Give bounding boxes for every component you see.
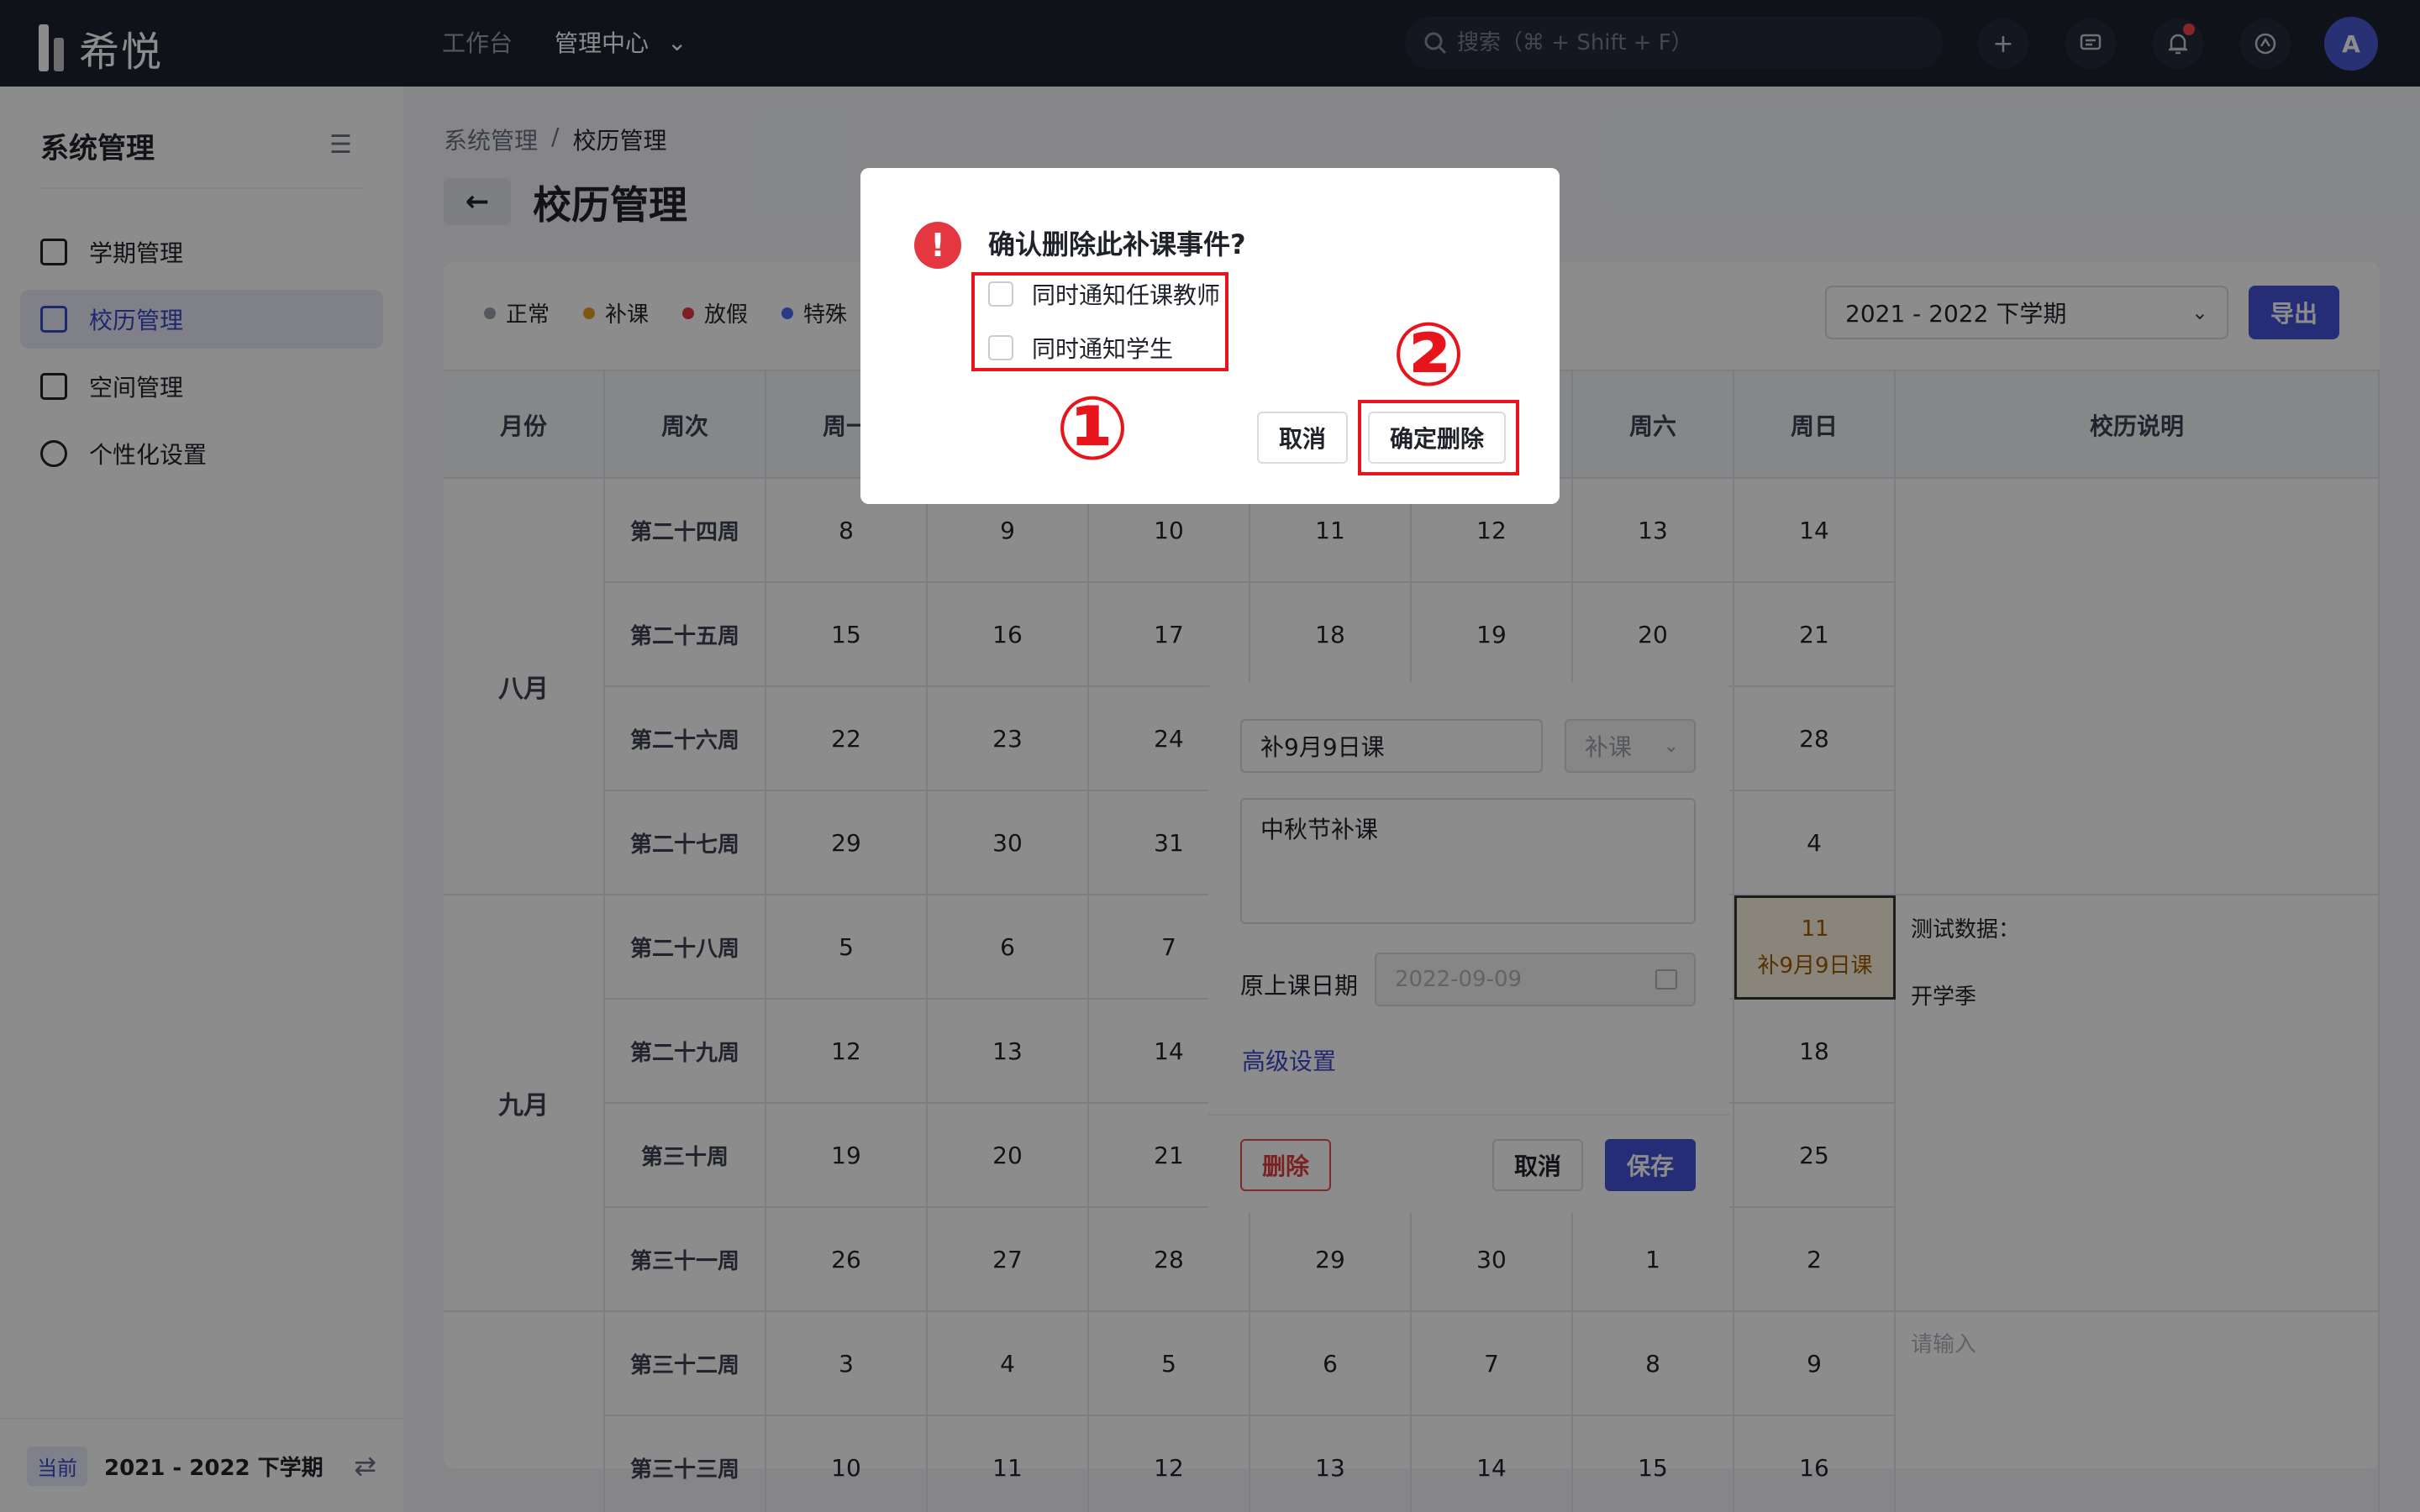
- annotation-number-two: ②: [1392, 303, 1466, 406]
- orig-date-picker[interactable]: 2022-09-09: [1375, 953, 1696, 1006]
- warning-icon: !: [914, 222, 961, 269]
- calendar-icon: [1655, 969, 1677, 990]
- popover-cancel-button[interactable]: 取消: [1492, 1139, 1583, 1191]
- chevron-down-icon: ⌄: [1663, 735, 1679, 757]
- event-type-value: 补课: [1585, 733, 1633, 761]
- event-description-textarea[interactable]: 中秋节补课: [1240, 798, 1696, 924]
- event-title-input[interactable]: 补9月9日课: [1240, 719, 1543, 773]
- annotation-number-one: ①: [1055, 377, 1130, 480]
- event-type-select[interactable]: 补课 ⌄: [1565, 719, 1696, 773]
- orig-date-value: 2022-09-09: [1395, 967, 1523, 992]
- advanced-settings-link[interactable]: 高级设置: [1242, 1043, 1336, 1077]
- annotation-box-options: [971, 272, 1228, 371]
- popover-save-button[interactable]: 保存: [1605, 1139, 1696, 1191]
- delete-event-button[interactable]: 删除: [1240, 1139, 1331, 1191]
- dialog-title: 确认删除此补课事件?: [988, 228, 1246, 260]
- annotation-box-confirm: [1358, 400, 1519, 475]
- orig-date-label: 原上课日期: [1240, 972, 1359, 1000]
- popover-divider: [1208, 1114, 1729, 1116]
- dialog-cancel-button[interactable]: 取消: [1257, 412, 1348, 464]
- edit-event-popover: 补9月9日课 补课 ⌄ 中秋节补课 原上课日期 2022-09-09 高级设置 …: [1208, 682, 1729, 1213]
